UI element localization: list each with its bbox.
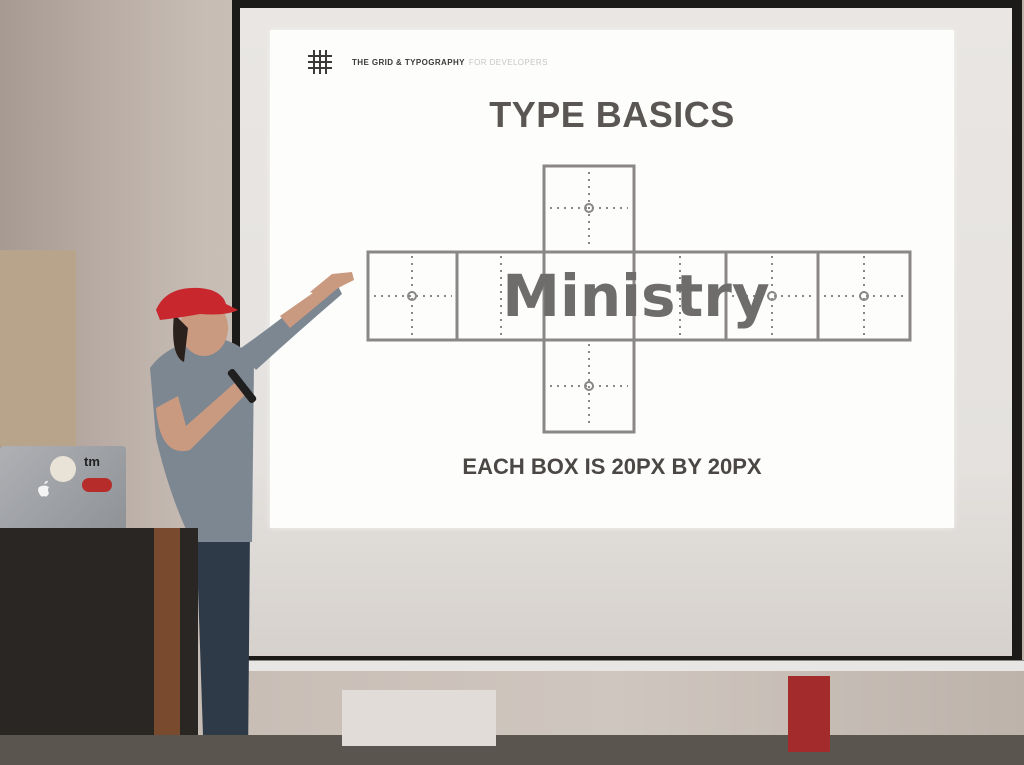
podium-edge	[154, 528, 180, 765]
slide-header-title: THE GRID & TYPOGRAPHY FOR DEVELOPERS	[352, 58, 548, 67]
slide-caption: EACH BOX IS 20PX BY 20PX	[462, 454, 762, 479]
wooden-cabinet	[0, 250, 76, 446]
slide-title: TYPE BASICS	[489, 94, 735, 135]
apple-logo-icon	[38, 480, 49, 497]
slide-header-light: FOR DEVELOPERS	[468, 57, 548, 67]
laptop-sticker-red	[82, 478, 112, 492]
hash-grid-icon	[308, 50, 332, 74]
laptop-sticker-tm: tm	[84, 454, 100, 469]
floor-box	[342, 690, 496, 746]
slide-header-bold: THE GRID & TYPOGRAPHY	[352, 57, 465, 67]
laptop-sticker-round	[50, 456, 76, 482]
sample-word: Ministry	[502, 262, 769, 330]
type-grid-diagram: Ministry	[366, 164, 912, 434]
laptop: tm	[0, 446, 126, 530]
red-pole	[788, 676, 830, 752]
floor	[0, 735, 1024, 765]
slide-header: THE GRID & TYPOGRAPHY FOR DEVELOPERS	[306, 50, 548, 74]
presentation-slide: THE GRID & TYPOGRAPHY FOR DEVELOPERS TYPE…	[270, 30, 954, 528]
